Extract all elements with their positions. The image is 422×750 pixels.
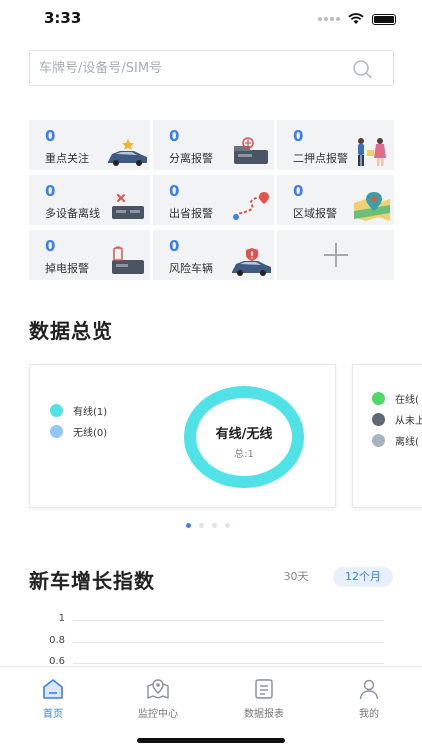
user-icon	[359, 679, 379, 700]
map-area-icon	[354, 192, 390, 221]
pager-dot[interactable]	[212, 523, 217, 528]
legend-item-wireless: 无线(0)	[50, 424, 107, 439]
donut-center-total: 总:1	[234, 449, 254, 460]
pager-dot[interactable]	[199, 523, 204, 528]
alarm-count: 0	[45, 182, 56, 200]
tab-monitor-center[interactable]: 监控中心	[118, 677, 198, 720]
add-alarm-card[interactable]	[277, 230, 394, 280]
y-tick-label: 1	[58, 613, 65, 624]
grid-line	[73, 620, 384, 621]
alarm-label: 分离报警	[169, 152, 213, 165]
overview-card-wired-wireless[interactable]: 有线(1) 无线(0) 有线/无线 总:1	[29, 364, 336, 508]
alarm-label: 掉电报警	[45, 262, 89, 275]
alarm-count: 0	[169, 127, 180, 145]
alarm-card-key-focus[interactable]: 0 重点关注	[29, 120, 150, 170]
alarm-card-separation[interactable]: 0 分离报警	[153, 120, 274, 170]
range-12-months-tab[interactable]: 12个月	[333, 567, 393, 587]
legend-label: 在线(	[395, 395, 419, 406]
report-icon	[255, 679, 273, 699]
tab-home[interactable]: 首页	[13, 677, 93, 720]
grid-line	[73, 642, 384, 643]
range-30-days-tab[interactable]: 30天	[272, 567, 320, 587]
pager-dot-active[interactable]	[186, 523, 191, 528]
legend-label: 离线(	[395, 437, 419, 448]
overview-title: 数据总览	[29, 319, 113, 343]
alarm-count: 0	[169, 182, 180, 200]
legend-label: 有线(1)	[73, 407, 108, 418]
status-bar: 3:33	[0, 0, 422, 40]
battery-icon	[372, 13, 396, 25]
battery-power-off-icon	[112, 246, 144, 274]
legend-label: 无线(0)	[73, 428, 108, 439]
y-tick-label: 0.8	[49, 635, 65, 646]
search-icon[interactable]	[351, 59, 373, 79]
pager-dot[interactable]	[225, 523, 230, 528]
legend-item-online: 在线(	[372, 391, 419, 406]
alarm-card-power-off[interactable]: 0 掉电报警	[29, 230, 150, 280]
tab-mine[interactable]: 我的	[329, 677, 409, 720]
alarm-count: 0	[293, 127, 304, 145]
legend-item-never-online: 从未上	[372, 412, 422, 427]
map-pin-icon	[147, 679, 169, 699]
tab-label: 我的	[359, 709, 379, 720]
tab-data-report[interactable]: 数据报表	[224, 677, 304, 720]
home-indicator	[137, 738, 285, 743]
alarm-card-multi-device-offline[interactable]: 0 多设备离线	[29, 175, 150, 225]
alarm-card-risk-vehicle[interactable]: 0 风险车辆	[153, 230, 274, 280]
legend-item-offline: 离线(	[372, 433, 419, 448]
legend-dot	[372, 392, 385, 405]
alarm-label: 出省报警	[169, 207, 213, 220]
donut-center-title: 有线/无线	[215, 427, 273, 442]
legend-label: 从未上	[395, 416, 422, 427]
legend-dot	[50, 404, 63, 417]
legend-dot	[372, 434, 385, 447]
legend-dot	[372, 413, 385, 426]
search-box[interactable]	[29, 50, 394, 86]
tab-label: 监控中心	[138, 709, 178, 720]
alarm-count: 0	[45, 237, 56, 255]
alarm-label: 风险车辆	[169, 262, 213, 275]
device-separate-icon	[234, 137, 268, 164]
alarm-label: 重点关注	[45, 152, 89, 165]
alarm-label: 二押点报警	[293, 152, 348, 165]
alarm-count: 0	[45, 127, 56, 145]
alarm-count: 0	[169, 237, 180, 255]
legend-dot	[50, 425, 63, 438]
alarm-label: 区域报警	[293, 207, 337, 220]
home-icon	[43, 679, 63, 699]
status-icons	[318, 13, 396, 25]
alarm-card-area[interactable]: 0 区域报警	[277, 175, 394, 225]
growth-chart: 1 0.8 0.6	[29, 608, 394, 668]
people-meeting-icon	[358, 138, 386, 166]
legend-item-wired: 有线(1)	[50, 403, 107, 418]
car-shield-icon	[232, 248, 271, 276]
tab-label: 数据报表	[244, 709, 284, 720]
grid-line	[73, 663, 384, 664]
tab-label: 首页	[43, 709, 63, 720]
status-time: 3:33	[44, 9, 82, 27]
alarm-grid: 0 重点关注 0 分离报警 0 二押点报警 0 多设备离线 0 出省报警 0 区…	[29, 120, 394, 280]
alarm-count: 0	[293, 182, 304, 200]
cellular-signal-icon	[318, 17, 340, 21]
carousel-pager	[186, 523, 230, 528]
multi-device-offline-icon	[112, 194, 144, 219]
alarm-card-second-mortgage[interactable]: 0 二押点报警	[277, 120, 394, 170]
wifi-icon	[348, 13, 364, 24]
alarm-card-out-of-province[interactable]: 0 出省报警	[153, 175, 274, 225]
overview-card-online-status[interactable]: 在线( 从未上 离线(	[352, 364, 422, 508]
growth-title: 新车增长指数	[29, 569, 155, 593]
donut-chart: 有线/无线 总:1	[182, 385, 306, 489]
alarm-label: 多设备离线	[45, 207, 100, 220]
route-out-province-icon	[233, 192, 269, 220]
search-input[interactable]	[39, 51, 339, 85]
car-star-icon	[108, 139, 147, 166]
plus-icon[interactable]	[321, 240, 351, 270]
